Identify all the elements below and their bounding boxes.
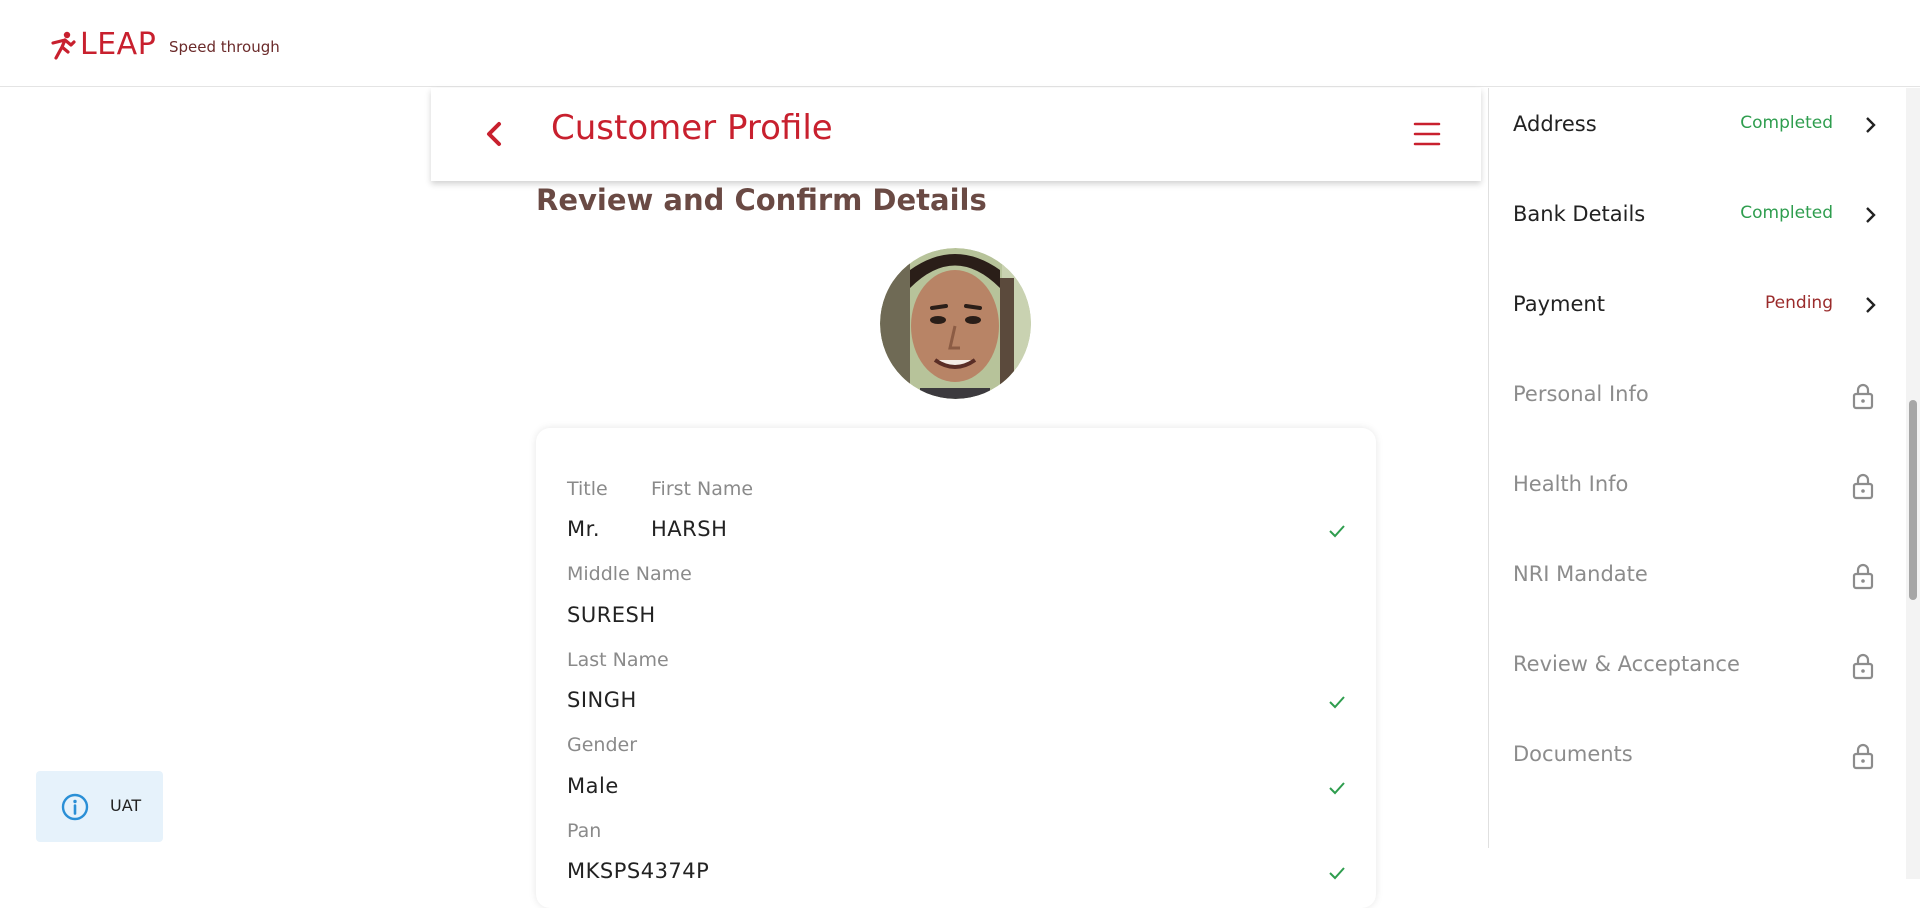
logo-text: LEAP	[80, 27, 157, 62]
sidebar-item-review-acceptance[interactable]: Review & Acceptance	[1489, 636, 1899, 696]
title-value: Mr.	[567, 517, 600, 541]
back-chevron-icon[interactable]	[479, 116, 509, 152]
check-icon	[1329, 696, 1345, 709]
gender-value: Male	[567, 774, 619, 798]
lock-icon	[1852, 743, 1874, 770]
details-card: Title First Name Mr. HARSH Middle Name S…	[536, 428, 1376, 908]
progress-sidebar: Address Completed Bank Details Completed…	[1488, 88, 1898, 848]
leap-logo[interactable]: LEAP	[48, 30, 156, 60]
scrollbar-thumb[interactable]	[1909, 400, 1917, 600]
chevron-right-icon	[1866, 117, 1876, 133]
section-title: Review and Confirm Details	[536, 183, 987, 217]
lock-icon	[1852, 473, 1874, 500]
sidebar-item-label: Documents	[1513, 742, 1633, 766]
sidebar-item-label: Bank Details	[1513, 202, 1646, 226]
check-icon	[1329, 525, 1345, 538]
sidebar-item-address[interactable]: Address Completed	[1489, 96, 1899, 156]
sidebar-item-payment[interactable]: Payment Pending	[1489, 276, 1899, 336]
sidebar-item-nri-mandate[interactable]: NRI Mandate	[1489, 546, 1899, 606]
lock-icon	[1852, 653, 1874, 680]
pan-value: MKSPS4374P	[567, 859, 710, 883]
lock-icon	[1852, 383, 1874, 410]
pan-label: Pan	[567, 820, 602, 842]
avatar-photo	[880, 248, 1031, 399]
title-label: Title	[567, 478, 608, 500]
chevron-right-icon	[1866, 297, 1876, 313]
customer-avatar	[880, 248, 1031, 399]
middle-name-label: Middle Name	[567, 563, 692, 585]
status-badge: Completed	[1740, 203, 1833, 223]
sidebar-item-health-info[interactable]: Health Info	[1489, 456, 1899, 516]
environment-label: UAT	[110, 796, 142, 815]
sidebar-item-label: Personal Info	[1513, 382, 1649, 406]
first-name-value: HARSH	[651, 517, 728, 541]
page-title: Customer Profile	[551, 108, 833, 148]
profile-header: Customer Profile	[431, 88, 1481, 181]
check-icon	[1329, 782, 1345, 795]
chevron-right-icon	[1866, 207, 1876, 223]
sidebar-item-label: Review & Acceptance	[1513, 652, 1740, 676]
environment-badge: UAT	[36, 771, 163, 842]
sidebar-item-bank-details[interactable]: Bank Details Completed	[1489, 186, 1899, 246]
sidebar-item-documents[interactable]: Documents	[1489, 726, 1899, 786]
check-icon	[1329, 867, 1345, 880]
sidebar-item-label: Health Info	[1513, 472, 1629, 496]
sidebar-item-label: NRI Mandate	[1513, 562, 1648, 586]
first-name-label: First Name	[651, 478, 754, 500]
top-header: LEAP Speed through	[0, 0, 1920, 87]
sidebar-item-personal-info[interactable]: Personal Info	[1489, 366, 1899, 426]
info-icon	[61, 793, 89, 821]
last-name-value: SINGH	[567, 688, 637, 712]
lock-icon	[1852, 563, 1874, 590]
sidebar-item-label: Payment	[1513, 292, 1605, 316]
runner-icon	[51, 31, 76, 60]
last-name-label: Last Name	[567, 649, 669, 671]
hamburger-menu-icon[interactable]	[1412, 118, 1442, 150]
status-badge: Completed	[1740, 113, 1833, 133]
status-badge: Pending	[1765, 293, 1833, 313]
tagline: Speed through	[169, 38, 280, 56]
middle-name-value: SURESH	[567, 603, 656, 627]
gender-label: Gender	[567, 734, 638, 756]
sidebar-item-label: Address	[1513, 112, 1597, 136]
